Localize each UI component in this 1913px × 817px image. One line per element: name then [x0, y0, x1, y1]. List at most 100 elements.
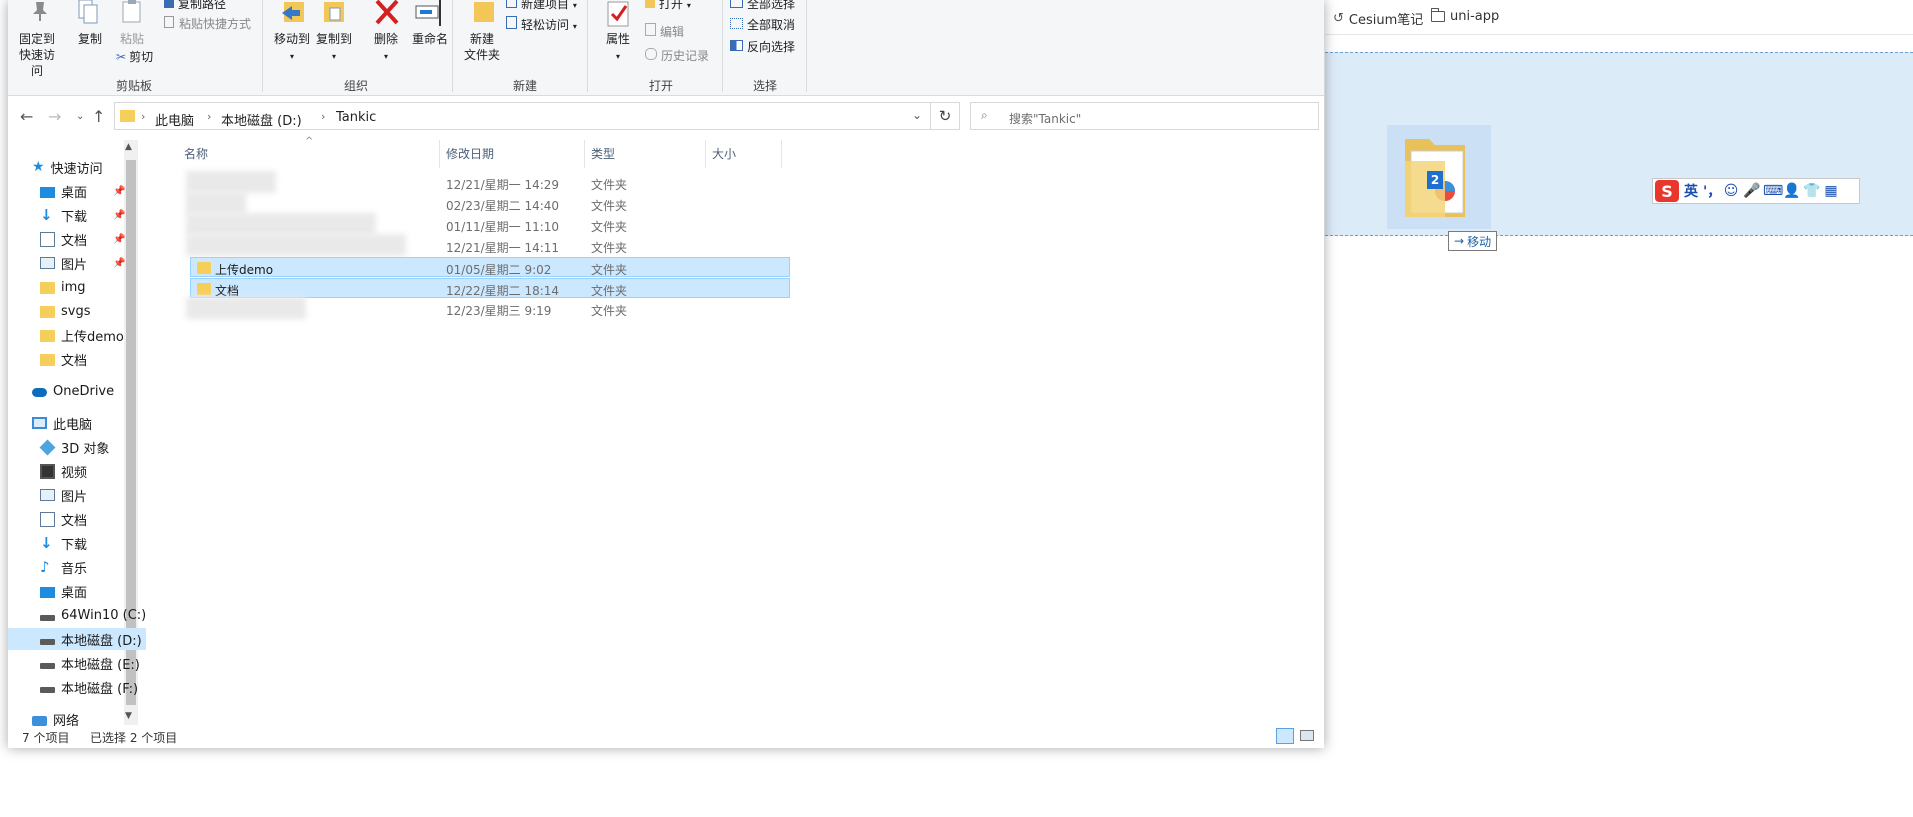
chevron-down-icon: ⌄ [76, 111, 85, 122]
new-item-button[interactable]: 新建项目 ▾ [506, 0, 577, 14]
history-button[interactable]: 历史记录 [645, 48, 709, 64]
file-row-selected[interactable]: 上传demo 01/05/星期二 9:02 文件夹 [190, 257, 790, 277]
address-dropdown-icon[interactable]: ⌄ [912, 108, 922, 122]
sogou-logo-icon[interactable]: S [1655, 180, 1679, 202]
scroll-down-icon[interactable]: ▼ [125, 711, 132, 721]
bookmark-cesium[interactable]: ↺ Cesium笔记 [1333, 9, 1423, 28]
nav-item-docs-folder[interactable]: 文档 [40, 348, 87, 370]
file-row[interactable]: 02/23/星期二 14:40 文件夹 [186, 192, 790, 214]
column-divider[interactable] [781, 140, 782, 168]
nav-item-pc-desktop[interactable]: 桌面 [40, 580, 87, 602]
column-header-modified[interactable]: 修改日期 [446, 145, 494, 162]
file-row[interactable]: 01/11/星期一 11:10 文件夹 [186, 213, 790, 235]
nav-item-img[interactable]: img [40, 276, 86, 298]
paste-shortcut-button[interactable]: 粘贴快捷方式 [164, 16, 251, 32]
file-row[interactable]: 12/21/星期一 14:29 文件夹 [186, 171, 790, 193]
nav-item-pictures[interactable]: 图片 [40, 252, 87, 274]
scroll-up-icon[interactable]: ▲ [125, 142, 132, 152]
nav-item-upload-demo[interactable]: 上传demo [40, 324, 124, 346]
nav-item-3d-objects[interactable]: 3D 对象 [39, 436, 109, 458]
column-divider[interactable] [584, 140, 585, 168]
open-button[interactable]: 打开 ▾ [645, 0, 691, 14]
column-header-name[interactable]: 名称 [184, 145, 208, 162]
copy-to-button[interactable]: 复制到 ▾ [310, 31, 358, 65]
bookmark-uni-app[interactable]: uni-app [1430, 8, 1499, 24]
nav-item-music[interactable]: ♪ 音乐 [40, 556, 87, 578]
ime-punctuation-icon[interactable]: '， [1703, 181, 1721, 201]
ime-user-icon[interactable]: 👤 [1783, 183, 1800, 199]
refresh-button[interactable]: ↻ [930, 102, 960, 130]
nav-item-pc-downloads[interactable]: ↓ 下载 [40, 532, 87, 554]
large-icons-view-icon[interactable] [1300, 730, 1314, 741]
column-header-type[interactable]: 类型 [591, 145, 615, 162]
breadcrumb-drive-d[interactable]: 本地磁盘 (D:) [221, 110, 302, 129]
breadcrumb-tankic[interactable]: Tankic [336, 110, 376, 125]
nav-onedrive[interactable]: OneDrive [32, 380, 114, 402]
easy-access-button[interactable]: 轻松访问 ▾ [506, 16, 577, 35]
pin-icon[interactable]: 📌 [113, 186, 125, 197]
copy-path-button[interactable]: 复制路径 [164, 0, 226, 12]
pin-icon[interactable]: 📌 [113, 234, 125, 245]
pin-quick-access-button[interactable]: 固定到快速访问 [14, 31, 60, 79]
ime-toolbox-icon[interactable]: ▦ [1823, 183, 1839, 199]
nav-item-videos[interactable]: 视频 [40, 460, 87, 482]
redacted-name [186, 213, 376, 235]
back-button[interactable]: ← [20, 107, 33, 126]
rename-button[interactable]: 重命名 [408, 31, 452, 47]
recent-locations-button[interactable]: ⌄ [76, 111, 84, 122]
nav-label: 图片 [61, 257, 88, 273]
column-header-size[interactable]: 大小 [712, 145, 736, 162]
nav-item-drive-f[interactable]: 本地磁盘 (F:) [40, 676, 138, 698]
delete-button[interactable]: 删除 ▾ [366, 31, 406, 65]
paste-button[interactable]: 粘贴 [118, 31, 146, 47]
file-row[interactable]: 12/21/星期一 14:11 文件夹 [186, 234, 790, 256]
nav-item-desktop[interactable]: 桌面 [40, 180, 87, 202]
ime-toolbar: S 英 '， ☺ 🎤 ⌨ 👤 👕 ▦ [1652, 178, 1860, 204]
ime-voice-icon[interactable]: 🎤 [1743, 183, 1760, 199]
details-view-icon[interactable] [1276, 728, 1294, 744]
column-divider[interactable] [439, 140, 440, 168]
copy-button[interactable]: 复制 [75, 31, 105, 47]
select-all-button[interactable]: 全部选择 [730, 0, 795, 12]
nav-this-pc[interactable]: 此电脑 [32, 412, 92, 434]
chevron-right-icon: › [207, 110, 212, 123]
column-divider[interactable] [705, 140, 706, 168]
cell-type: 文件夹 [591, 199, 628, 213]
sort-ascending-icon: ^ [305, 136, 314, 147]
nav-item-drive-e[interactable]: 本地磁盘 (E:) [40, 652, 140, 674]
nav-item-downloads[interactable]: ↓ 下载 [40, 204, 87, 226]
file-row-selected[interactable]: 文档 12/22/星期二 18:14 文件夹 [190, 278, 790, 298]
ime-keyboard-icon[interactable]: ⌨ [1763, 183, 1783, 199]
forward-button[interactable]: → [48, 107, 61, 126]
new-folder-button[interactable]: 新建 文件夹 [458, 31, 506, 63]
picture-icon [40, 489, 55, 501]
nav-item-pc-pictures[interactable]: 图片 [40, 484, 87, 506]
properties-button[interactable]: 属性 ▾ [598, 31, 638, 65]
search-input[interactable]: ⌕ 搜索"Tankic" [970, 102, 1319, 130]
breadcrumb-this-pc[interactable]: 此电脑 [155, 110, 194, 129]
folder-icon [1430, 8, 1445, 22]
pin-icon[interactable]: 📌 [113, 210, 125, 221]
address-bar[interactable]: › 此电脑 › 本地磁盘 (D:) › Tankic ⌄ [114, 102, 931, 130]
nav-quick-access[interactable]: ★ 快速访问 [32, 156, 103, 178]
nav-label: 本地磁盘 (F:) [61, 681, 139, 697]
edit-button[interactable]: 编辑 [645, 23, 684, 40]
ime-emoji-icon[interactable]: ☺ [1723, 183, 1739, 199]
up-button[interactable]: ↑ [92, 107, 105, 126]
move-to-button[interactable]: 移动到 ▾ [268, 31, 316, 65]
nav-item-documents[interactable]: 文档 [40, 228, 87, 250]
select-none-button[interactable]: 全部取消 [730, 17, 795, 33]
nav-label: img [61, 279, 86, 295]
nav-item-drive-c[interactable]: 64Win10 (C:) [40, 604, 146, 626]
invert-selection-button[interactable]: 反向选择 [730, 39, 795, 55]
copy-to-label: 复制到 [315, 32, 352, 46]
nav-item-svgs[interactable]: svgs [40, 300, 91, 322]
pin-icon[interactable]: 📌 [113, 258, 125, 269]
copy-path-icon [164, 0, 174, 8]
ime-mode-button[interactable]: 英 [1683, 181, 1699, 201]
cut-button[interactable]: ✂ 剪切 [116, 49, 153, 65]
file-row[interactable]: 12/23/星期三 9:19 文件夹 [186, 297, 790, 319]
nav-item-pc-documents[interactable]: 文档 [40, 508, 87, 530]
nav-item-drive-d[interactable]: 本地磁盘 (D:) [8, 628, 146, 650]
ime-skin-icon[interactable]: 👕 [1803, 183, 1820, 199]
